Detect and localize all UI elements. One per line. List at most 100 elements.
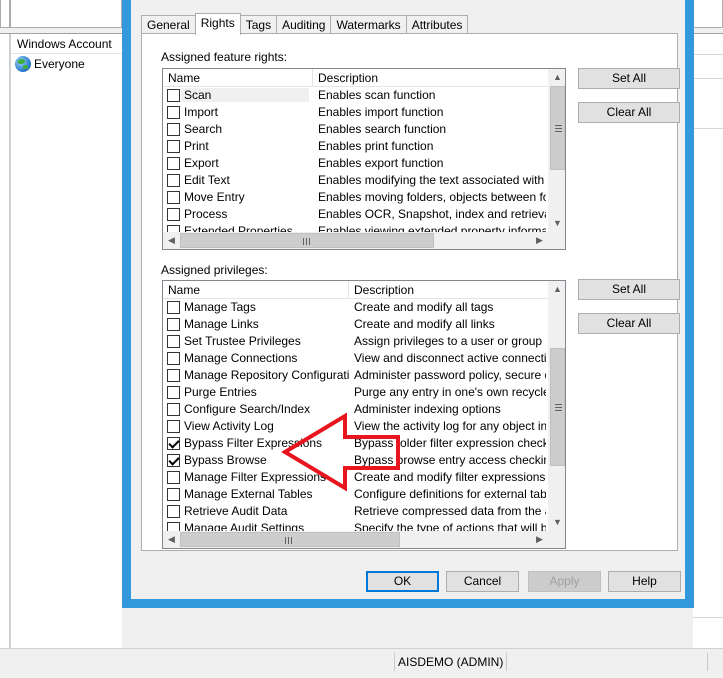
feature-rights-list[interactable]: Name Description Scan Enables scan functi… xyxy=(162,68,566,250)
feature-rights-label: Assigned feature rights: xyxy=(161,50,288,64)
feature-set-all-button[interactable]: Set All xyxy=(578,68,680,89)
tab-watermarks[interactable]: Watermarks xyxy=(330,15,407,34)
checkbox[interactable] xyxy=(167,301,180,314)
checkbox[interactable] xyxy=(167,140,180,153)
checkbox[interactable] xyxy=(167,157,180,170)
column-name[interactable]: Name xyxy=(163,69,313,87)
privileges-vscroll[interactable]: ▲ ▼ xyxy=(548,281,565,531)
list-item[interactable]: Manage Repository Configuration Administe… xyxy=(163,367,548,384)
account-row-everyone[interactable]: Everyone xyxy=(15,55,85,73)
privileges-set-all-button[interactable]: Set All xyxy=(578,279,680,300)
scroll-up-icon[interactable]: ▲ xyxy=(549,69,565,86)
checkbox[interactable] xyxy=(167,89,180,102)
tab-attributes[interactable]: Attributes xyxy=(405,15,469,34)
checkbox[interactable] xyxy=(167,352,180,365)
checkbox[interactable] xyxy=(167,369,180,382)
list-item[interactable]: Scan Enables scan function xyxy=(163,87,548,104)
privileges-header: Name Description xyxy=(163,281,548,299)
checkbox[interactable] xyxy=(167,488,180,501)
list-item[interactable]: Move Entry Enables moving folders, object… xyxy=(163,189,548,206)
scroll-down-icon[interactable]: ▼ xyxy=(549,514,565,531)
list-item[interactable]: Manage Links Create and modify all links xyxy=(163,316,548,333)
item-name: Purge Entries xyxy=(184,385,257,399)
status-empty-cell xyxy=(498,653,708,671)
feature-rights-hscroll[interactable]: ◀ ▶ xyxy=(163,232,548,249)
list-item[interactable]: Bypass Filter Expressions Bypass folder f… xyxy=(163,435,548,452)
list-item[interactable]: Manage Connections View and disconnect ac… xyxy=(163,350,548,367)
list-item[interactable]: Manage External Tables Configure definiti… xyxy=(163,486,548,503)
account-name: Everyone xyxy=(34,57,85,71)
account-list[interactable]: Windows Account Everyone xyxy=(10,34,123,648)
list-item[interactable]: Retrieve Audit Data Retrieve compressed d… xyxy=(163,503,548,520)
scroll-up-icon[interactable]: ▲ xyxy=(549,281,565,298)
checkbox[interactable] xyxy=(167,403,180,416)
checkbox[interactable] xyxy=(167,471,180,484)
scroll-down-icon[interactable]: ▼ xyxy=(549,215,565,232)
item-description: View and disconnect active connections xyxy=(354,351,546,365)
item-description: Enables scan function xyxy=(318,88,436,102)
list-item[interactable]: Process Enables OCR, Snapshot, index and … xyxy=(163,206,548,223)
checkbox-checked[interactable] xyxy=(167,454,180,467)
checkbox[interactable] xyxy=(167,106,180,119)
checkbox[interactable] xyxy=(167,386,180,399)
help-button[interactable]: Help xyxy=(608,571,681,592)
list-item[interactable]: View Activity Log View the activity log f… xyxy=(163,418,548,435)
checkbox[interactable] xyxy=(167,174,180,187)
background-left-strip xyxy=(0,34,10,648)
list-item[interactable]: Import Enables import function xyxy=(163,104,548,121)
checkbox[interactable] xyxy=(167,318,180,331)
list-item[interactable]: Configure Search/Index Administer indexin… xyxy=(163,401,548,418)
tab-rights[interactable]: Rights xyxy=(194,13,241,35)
privileges-list[interactable]: Name Description Manage Tags Create and m… xyxy=(162,280,566,549)
item-description: Administer password policy, secure delet… xyxy=(354,368,546,382)
scroll-right-icon[interactable]: ▶ xyxy=(531,531,548,548)
privileges-clear-all-button[interactable]: Clear All xyxy=(578,313,680,334)
list-item[interactable]: Set Trustee Privileges Assign privileges … xyxy=(163,333,548,350)
list-item[interactable]: Print Enables print function xyxy=(163,138,548,155)
scroll-right-icon[interactable]: ▶ xyxy=(531,232,548,249)
scroll-left-icon[interactable]: ◀ xyxy=(163,232,180,249)
list-item[interactable]: Edit Text Enables modifying the text asso… xyxy=(163,172,548,189)
scroll-thumb[interactable] xyxy=(550,348,565,466)
tab-general[interactable]: General xyxy=(141,15,196,34)
item-name: Manage Links xyxy=(184,317,259,331)
list-item[interactable]: Manage Filter Expressions Create and modi… xyxy=(163,469,548,486)
list-item[interactable]: Manage Tags Create and modify all tags xyxy=(163,299,548,316)
item-name: Bypass Filter Expressions xyxy=(184,436,323,450)
cancel-button[interactable]: Cancel xyxy=(446,571,519,592)
tab-auditing[interactable]: Auditing xyxy=(276,15,332,34)
column-name[interactable]: Name xyxy=(163,281,349,299)
checkbox[interactable] xyxy=(167,335,180,348)
rights-panel: Assigned feature rights: Name Descriptio… xyxy=(141,33,680,551)
list-item[interactable]: Purge Entries Purge any entry in one's ow… xyxy=(163,384,548,401)
checkbox-checked[interactable] xyxy=(167,437,180,450)
checkbox[interactable] xyxy=(167,208,180,221)
feature-clear-all-button[interactable]: Clear All xyxy=(578,102,680,123)
item-name: Manage Repository Configuration xyxy=(184,368,349,382)
list-item[interactable]: Search Enables search function xyxy=(163,121,548,138)
list-item[interactable]: Export Enables export function xyxy=(163,155,548,172)
item-name: Edit Text xyxy=(184,173,230,187)
ok-button[interactable]: OK xyxy=(366,571,439,592)
item-name: Manage Filter Expressions xyxy=(184,470,327,484)
scroll-thumb[interactable] xyxy=(180,233,434,248)
checkbox[interactable] xyxy=(167,191,180,204)
checkbox[interactable] xyxy=(167,420,180,433)
tab-tags[interactable]: Tags xyxy=(239,15,278,34)
checkbox[interactable] xyxy=(167,123,180,136)
apply-button[interactable]: Apply xyxy=(528,571,601,592)
checkbox[interactable] xyxy=(167,505,180,518)
column-description[interactable]: Description xyxy=(313,69,548,87)
list-item[interactable]: Bypass Browse Bypass browse entry access … xyxy=(163,452,548,469)
item-name: Manage Tags xyxy=(184,300,256,314)
item-name: Configure Search/Index xyxy=(184,402,311,416)
column-description[interactable]: Description xyxy=(349,281,548,299)
account-list-header[interactable]: Windows Account xyxy=(11,34,123,54)
properties-dialog: General Rights Tags Auditing Watermarks … xyxy=(122,0,694,608)
item-name: Retrieve Audit Data xyxy=(184,504,288,518)
scroll-thumb[interactable] xyxy=(550,86,565,170)
privileges-hscroll[interactable]: ◀ ▶ xyxy=(163,531,548,548)
scroll-left-icon[interactable]: ◀ xyxy=(163,531,180,548)
scroll-thumb[interactable] xyxy=(180,532,400,547)
feature-rights-vscroll[interactable]: ▲ ▼ xyxy=(548,69,565,232)
